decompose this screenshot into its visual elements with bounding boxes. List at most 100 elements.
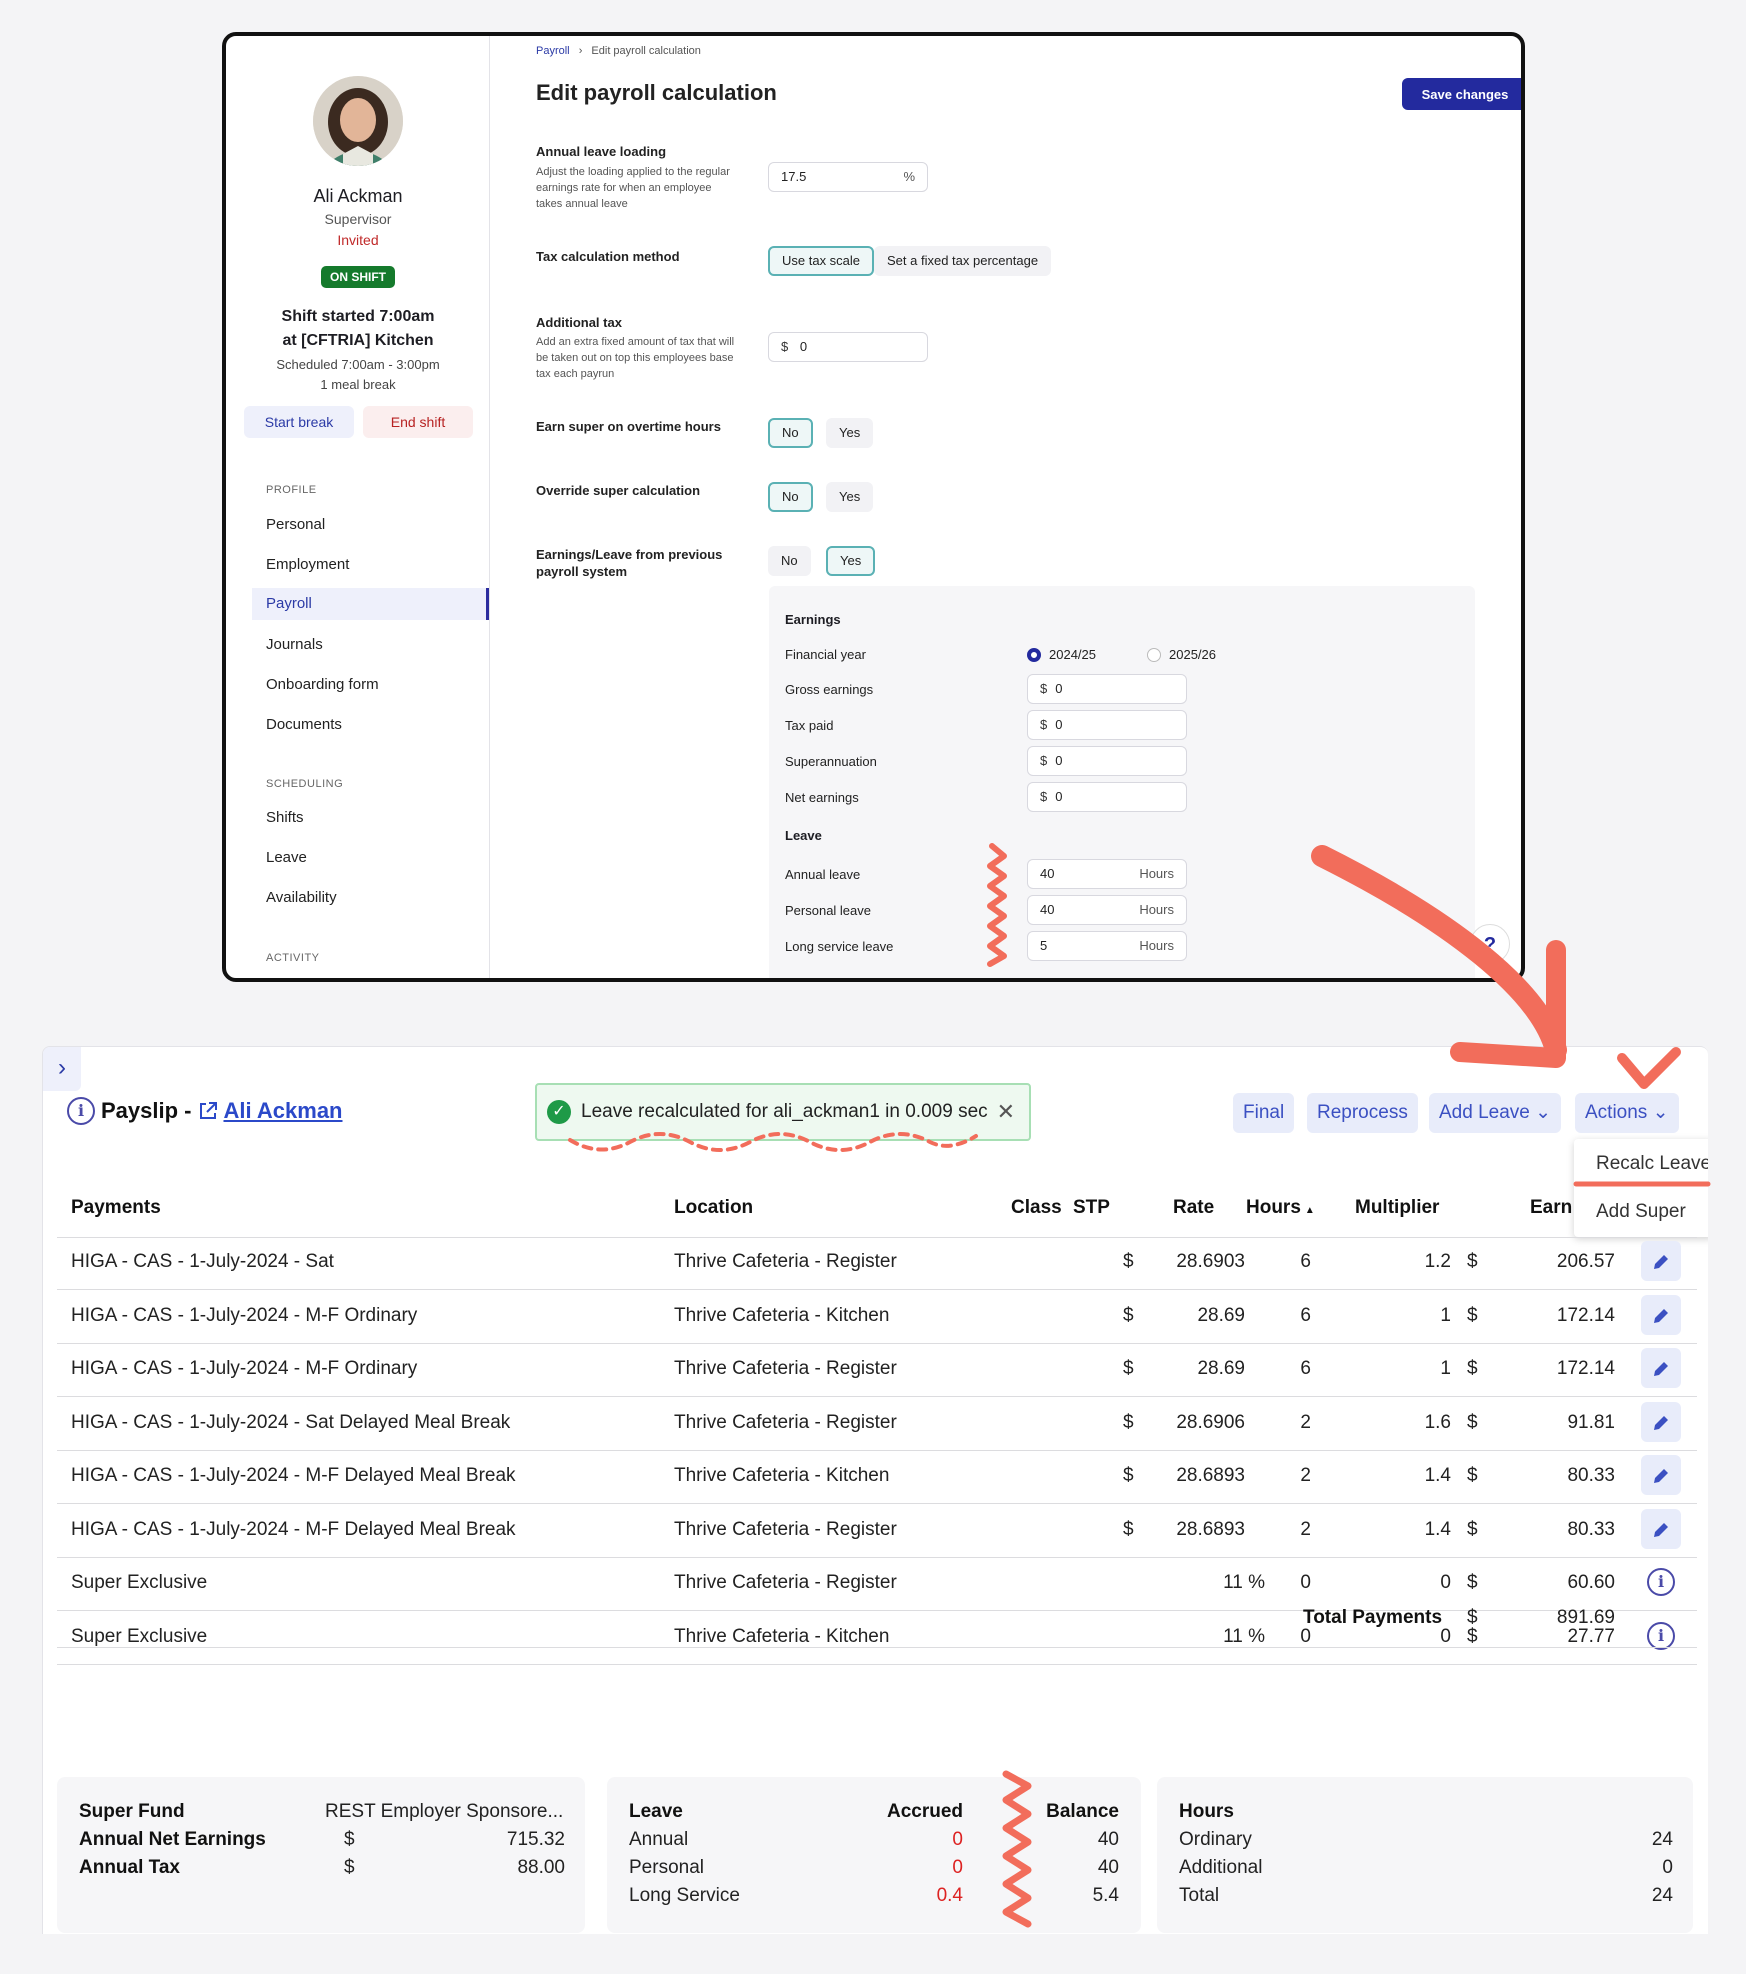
edit-row-button[interactable] (1641, 1455, 1681, 1495)
nav-item-journals[interactable]: Journals (266, 636, 323, 653)
payment-location: Thrive Cafeteria - Kitchen (674, 1305, 890, 1326)
add-super-menu-item[interactable]: Add Super (1596, 1201, 1686, 1223)
payslip-title-prefix: Payslip - (101, 1098, 192, 1123)
super-card: Super Fund REST Employer Sponsore... Ann… (57, 1777, 585, 1933)
net-earnings-input[interactable]: $0 (1027, 782, 1187, 812)
super-overtime-no[interactable]: No (768, 418, 813, 448)
col-hours[interactable]: Hours ▲ (1246, 1197, 1315, 1219)
personal-leave-input[interactable]: 40 Hours (1027, 895, 1187, 925)
reprocess-button[interactable]: Reprocess (1307, 1093, 1418, 1133)
earnings-currency: $ (1467, 1251, 1478, 1272)
chevron-down-icon: ⌄ (1535, 1102, 1552, 1123)
hours-ordinary-label: Ordinary (1179, 1829, 1252, 1850)
superannuation-label: Superannuation (785, 754, 877, 769)
end-shift-button[interactable]: End shift (363, 406, 473, 438)
earnings-currency: $ (1467, 1626, 1478, 1647)
col-multiplier: Multiplier (1355, 1197, 1440, 1218)
earnings-currency: $ (1467, 1572, 1478, 1593)
leave-card-heading: Leave (629, 1801, 683, 1822)
edit-row-button[interactable] (1641, 1348, 1681, 1388)
gross-earnings-input[interactable]: $0 (1027, 674, 1187, 704)
override-super-no[interactable]: No (768, 482, 813, 512)
additional-tax-input[interactable]: $ 0 (768, 332, 928, 362)
info-icon[interactable]: i (67, 1097, 95, 1125)
fy-2025-label: 2025/26 (1169, 647, 1216, 662)
fy-2025-radio[interactable] (1147, 648, 1161, 662)
col-location: Location (674, 1197, 754, 1218)
close-icon[interactable]: ✕ (997, 1085, 1015, 1139)
chevron-right-icon[interactable]: › (43, 1047, 81, 1091)
super-fund-label: Super Fund (79, 1801, 185, 1822)
payment-location: Thrive Cafeteria - Kitchen (674, 1465, 890, 1486)
external-link-icon (200, 1102, 218, 1119)
fy-2024-radio[interactable] (1027, 648, 1041, 662)
chevron-down-icon: ⌄ (1652, 1102, 1669, 1123)
shift-meal-break: 1 meal break (320, 377, 396, 392)
employee-name: Ali Ackman (313, 186, 403, 206)
pencil-icon (1654, 1254, 1668, 1269)
edit-row-button[interactable] (1641, 1402, 1681, 1442)
leave-annual-accrued: 0 (952, 1829, 963, 1850)
final-button[interactable]: Final (1233, 1093, 1295, 1133)
nav-item-shifts[interactable]: Shifts (266, 809, 304, 826)
previous-system-no[interactable]: No (768, 546, 811, 576)
breadcrumb-payroll-link[interactable]: Payroll (536, 45, 570, 57)
help-icon[interactable]: ? (1470, 924, 1510, 964)
nav-item-onboarding-form[interactable]: Onboarding form (266, 676, 379, 693)
employee-sidebar: Ali Ackman Supervisor Invited ON SHIFT S… (226, 36, 490, 978)
override-super-yes[interactable]: Yes (826, 482, 874, 512)
edit-row-button[interactable] (1641, 1295, 1681, 1335)
tax-paid-input[interactable]: $0 (1027, 710, 1187, 740)
previous-system-panel: Earnings Financial year 2024/25 2025/26 … (769, 586, 1475, 978)
payslip-title: i Payslip - Ali Ackman (67, 1097, 343, 1125)
employee-link[interactable]: Ali Ackman (197, 1098, 343, 1124)
edit-row-button[interactable] (1641, 1509, 1681, 1549)
employee-status: Invited (337, 232, 379, 248)
annual-leave-input[interactable]: 40 Hours (1027, 859, 1187, 889)
hours-suffix: Hours (1139, 866, 1174, 881)
recalc-leave-menu-item[interactable]: Recalc Leave (1596, 1153, 1708, 1175)
super-overtime-yes[interactable]: Yes (826, 418, 874, 448)
add-leave-button[interactable]: Add Leave ⌄ (1429, 1093, 1562, 1133)
rate-currency: $ (1123, 1412, 1134, 1433)
payment-hours: 2 (1300, 1412, 1311, 1433)
long-service-leave-input[interactable]: 5 Hours (1027, 931, 1187, 961)
info-icon[interactable]: i (1647, 1568, 1675, 1596)
shift-scheduled: Scheduled 7:00am - 3:00pm (276, 357, 440, 372)
earnings-currency: $ (1467, 1305, 1478, 1326)
nav-item-availability[interactable]: Availability (266, 889, 337, 906)
start-break-button[interactable]: Start break (244, 406, 354, 438)
payment-hours: 6 (1300, 1305, 1311, 1326)
currency-prefix: $ (1040, 753, 1048, 768)
nav-item-documents[interactable]: Documents (266, 716, 342, 733)
divider (57, 1237, 1697, 1238)
nav-item-personal[interactable]: Personal (266, 516, 325, 533)
leave-annual-balance: 40 (1097, 1829, 1119, 1850)
nav-item-leave[interactable]: Leave (266, 849, 307, 866)
rate-currency: $ (1123, 1305, 1134, 1326)
save-changes-button[interactable]: Save changes (1402, 78, 1521, 110)
hours-card-heading: Hours (1179, 1801, 1234, 1822)
rate-currency: $ (1123, 1519, 1134, 1540)
leave-loading-label: Annual leave loading (536, 144, 667, 159)
leave-long-service-label: Long Service (629, 1885, 740, 1906)
currency-prefix: $ (1040, 789, 1048, 804)
additional-tax-value: 0 (799, 339, 808, 354)
nav-item-employment[interactable]: Employment (266, 556, 349, 573)
annual-net-earnings-value: 715.32 (506, 1829, 565, 1850)
hours-total-value: 24 (1651, 1885, 1673, 1906)
superannuation-input[interactable]: $0 (1027, 746, 1187, 776)
annual-tax-label: Annual Tax (79, 1857, 180, 1878)
edit-row-button[interactable] (1641, 1241, 1681, 1281)
info-icon[interactable]: i (1647, 1622, 1675, 1650)
superannuation-value: 0 (1055, 753, 1063, 768)
tax-currency: $ (344, 1857, 355, 1878)
payment-rate: 28.6893 (1176, 1519, 1245, 1540)
fixed-tax-percentage-option[interactable]: Set a fixed tax percentage (874, 246, 1052, 276)
actions-button[interactable]: Actions ⌄ (1575, 1093, 1679, 1133)
leave-loading-input[interactable]: 17.5 % (768, 162, 928, 192)
hours-total-label: Total (1179, 1885, 1220, 1906)
nav-item-payroll[interactable]: Payroll (252, 588, 489, 620)
use-tax-scale-option[interactable]: Use tax scale (768, 246, 875, 276)
previous-system-yes[interactable]: Yes (826, 546, 876, 576)
